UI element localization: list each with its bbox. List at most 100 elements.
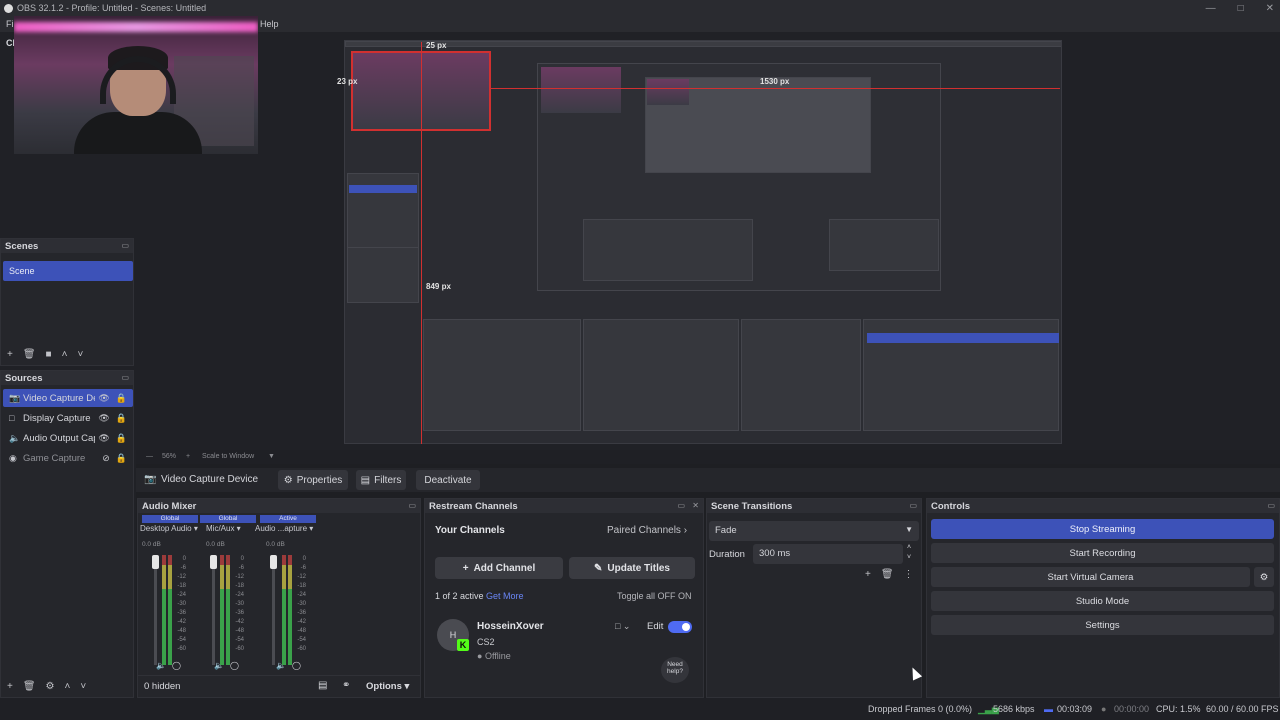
source-row-display-capture[interactable]: □ Display Capture 👁 🔒 xyxy=(3,409,133,427)
record-time: 00:00:00 xyxy=(1114,704,1150,714)
duration-stepper[interactable]: ˄ ˅ xyxy=(907,543,911,563)
pencil-icon: ✎ xyxy=(594,562,603,574)
volume-slider-mic[interactable] xyxy=(212,555,215,665)
channel-toggle[interactable] xyxy=(668,621,692,633)
start-virtual-camera-button[interactable]: Start Virtual Camera xyxy=(931,567,1250,587)
nested-controls xyxy=(829,219,939,271)
move-down-icon[interactable]: ˅ xyxy=(80,681,86,692)
close-icon[interactable]: ✕ xyxy=(1266,3,1274,14)
source-settings-icon[interactable]: ⚙ xyxy=(46,681,55,692)
speaker-icon[interactable]: 🔈 xyxy=(214,661,224,670)
add-scene-icon[interactable]: + xyxy=(7,349,13,360)
move-down-icon[interactable]: ˅ xyxy=(77,349,83,360)
remove-transition-icon[interactable]: 🗑 xyxy=(881,569,894,580)
undock-icon[interactable]: ▭ xyxy=(909,501,917,510)
add-source-icon[interactable]: + xyxy=(7,681,13,692)
scale-dropdown-icon[interactable]: ▼ xyxy=(268,453,275,460)
sources-title: Sources xyxy=(5,373,43,384)
eye-icon[interactable]: 👁 xyxy=(98,393,109,404)
more-options-icon[interactable]: ⋮ xyxy=(904,569,914,580)
channel-status: ● Offline xyxy=(477,651,511,661)
zoom-out-icon[interactable]: — xyxy=(146,453,153,460)
paired-channels-link[interactable]: Paired Channels › xyxy=(607,525,687,536)
toggle-all-row[interactable]: Toggle all OFF ON xyxy=(617,591,692,601)
options-button[interactable]: Options ▾ xyxy=(366,681,409,692)
update-titles-button[interactable]: ✎ Update Titles xyxy=(569,557,695,579)
source-row-audio-output[interactable]: 🔈 Audio Output Cap 👁 🔒 xyxy=(3,429,133,447)
move-up-icon[interactable]: ˄ xyxy=(62,349,68,360)
volume-knob-desktop[interactable] xyxy=(152,555,159,569)
add-channel-button[interactable]: + Add Channel xyxy=(435,557,563,579)
headphones-icon[interactable]: ◯ xyxy=(230,661,239,670)
stop-streaming-button[interactable]: Stop Streaming xyxy=(931,519,1274,539)
add-transition-icon[interactable]: + xyxy=(865,569,871,580)
preview-canvas[interactable] xyxy=(344,40,1062,444)
transition-select[interactable]: Fade ▼ xyxy=(709,521,919,541)
undock-icon[interactable]: ▭ xyxy=(1267,501,1275,510)
eye-icon[interactable]: 👁 xyxy=(98,413,109,424)
lock-icon[interactable]: 🔒 xyxy=(116,413,127,424)
guide-line-vertical xyxy=(421,42,422,444)
mixer-scale-mic: 0 -6 -12 -18 -24 -30 -36 -42 -48 -54 -60 xyxy=(235,556,244,652)
scene-item[interactable]: Scene xyxy=(3,261,133,281)
scale-mode[interactable]: Scale to Window xyxy=(202,453,254,460)
zoom-in-icon[interactable]: + xyxy=(186,453,190,460)
get-more-link[interactable]: Get More xyxy=(486,591,524,601)
level-meter-mic xyxy=(220,555,224,665)
menu-help[interactable]: Help xyxy=(260,19,279,29)
deactivate-button[interactable]: Deactivate xyxy=(416,470,480,490)
filters-button[interactable]: ▤ Filters xyxy=(356,470,406,490)
speaker-icon[interactable]: 🔈 xyxy=(276,661,286,670)
properties-button[interactable]: ⚙ Properties xyxy=(278,470,348,490)
source-row-game-capture[interactable]: ◉ Game Capture ⊘ 🔒 xyxy=(3,449,133,467)
headphones-icon[interactable]: ◯ xyxy=(292,661,301,670)
volume-knob-mic[interactable] xyxy=(210,555,217,569)
undock-icon[interactable]: ▭ xyxy=(677,501,685,510)
maximize-icon[interactable]: □ xyxy=(1238,3,1244,14)
need-help-button[interactable]: Need help? xyxy=(661,657,689,683)
layout-icon[interactable]: ▤ xyxy=(318,680,327,691)
remove-scene-icon[interactable]: 🗑 xyxy=(23,349,36,360)
volume-knob-audio[interactable] xyxy=(270,555,277,569)
stream-icon: ▬ xyxy=(1044,704,1053,714)
source-name: Audio Output Cap xyxy=(23,432,95,444)
edit-link[interactable]: Edit xyxy=(647,621,663,632)
guide-label-top: 25 px xyxy=(426,41,447,50)
volume-slider-audio[interactable] xyxy=(272,555,275,665)
monitor-dropdown-icon[interactable]: □ ⌄ xyxy=(615,621,630,632)
obs-logo-icon xyxy=(4,3,13,13)
close-icon[interactable]: ✕ xyxy=(692,501,699,510)
virtual-camera-settings-button[interactable]: ⚙ xyxy=(1254,567,1274,587)
headphones-icon[interactable]: ◯ xyxy=(172,661,181,670)
lock-icon[interactable]: 🔒 xyxy=(116,433,127,444)
lock-icon[interactable]: 🔒 xyxy=(116,453,127,464)
window-title: OBS 32.1.2 - Profile: Untitled - Scenes:… xyxy=(17,3,207,13)
link-icon[interactable]: ⚭ xyxy=(342,680,350,691)
minimize-icon[interactable]: — xyxy=(1206,3,1216,14)
webcam-overlay xyxy=(14,16,258,154)
undock-icon[interactable]: ▭ xyxy=(121,241,129,250)
start-recording-button[interactable]: Start Recording xyxy=(931,543,1274,563)
menu-file[interactable]: Fi xyxy=(6,19,14,29)
lock-icon[interactable]: 🔒 xyxy=(116,393,127,404)
settings-button[interactable]: Settings xyxy=(931,615,1274,635)
status-bar: Dropped Frames 0 (0.0%) ▁▃▅ 5686 kbps ▬ … xyxy=(0,698,1280,720)
eye-icon[interactable]: 👁 xyxy=(98,433,109,444)
dropped-frames: Dropped Frames 0 (0.0%) xyxy=(868,704,973,714)
scene-filters-icon[interactable]: ■ xyxy=(46,349,52,360)
gear-icon: ⚙ xyxy=(283,474,293,486)
remove-source-icon[interactable]: 🗑 xyxy=(23,681,36,692)
transitions-dock-header: Scene Transitions ▭ xyxy=(707,499,921,513)
channel-game: CS2 xyxy=(477,637,495,647)
volume-slider-desktop[interactable] xyxy=(154,555,157,665)
move-up-icon[interactable]: ˄ xyxy=(65,681,71,692)
studio-mode-button[interactable]: Studio Mode xyxy=(931,591,1274,611)
mixer-channel-desktop[interactable]: Desktop Audio ▾ xyxy=(140,524,200,533)
duration-input[interactable]: 300 ms xyxy=(753,544,903,564)
undock-icon[interactable]: ▭ xyxy=(121,373,129,382)
undock-icon[interactable]: ▭ xyxy=(408,501,416,510)
speaker-icon[interactable]: 🔈 xyxy=(156,661,166,670)
mixer-channel-audio[interactable]: Audio ...apture ▾ xyxy=(255,524,315,533)
source-row-video-capture[interactable]: 📷 Video Capture Dev 👁 🔒 xyxy=(3,389,133,407)
eye-hidden-icon[interactable]: ⊘ xyxy=(102,453,110,464)
